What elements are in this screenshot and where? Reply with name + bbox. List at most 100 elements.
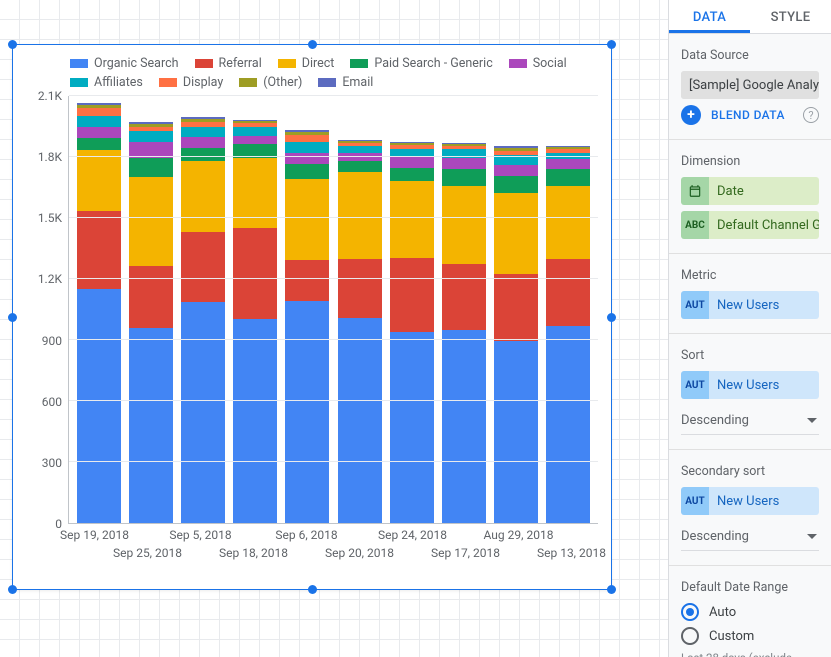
legend-swatch-icon bbox=[350, 59, 368, 68]
chip-sort-field[interactable]: AUT New Users bbox=[681, 371, 819, 399]
plus-circle-icon: + bbox=[681, 105, 701, 125]
bar-segment bbox=[338, 161, 382, 172]
legend-item[interactable]: Referral bbox=[195, 56, 262, 71]
legend-label: Paid Search - Generic bbox=[374, 56, 492, 71]
radio-label: Auto bbox=[709, 605, 736, 620]
report-canvas[interactable]: Organic Search Referral Direct Paid Search … bbox=[0, 0, 668, 657]
blend-data-link[interactable]: + BLEND DATA ? bbox=[681, 105, 819, 125]
gridline bbox=[69, 339, 598, 340]
chart-widget[interactable]: Organic Search Referral Direct Paid Search … bbox=[12, 44, 612, 590]
chevron-down-icon bbox=[807, 418, 817, 423]
bar-segment bbox=[390, 157, 434, 168]
chevron-down-icon bbox=[807, 534, 817, 539]
section-title-metric: Metric bbox=[681, 268, 819, 283]
legend-label: Referral bbox=[219, 56, 262, 71]
bar-segment bbox=[77, 138, 121, 150]
bar-segment bbox=[338, 146, 382, 153]
bar-segment bbox=[338, 259, 382, 318]
section-metric: Metric AUT New Users bbox=[669, 254, 831, 334]
legend-item[interactable]: (Other) bbox=[239, 75, 302, 90]
chart-bars bbox=[69, 96, 598, 523]
bar-segment bbox=[181, 232, 225, 302]
section-dimension: Dimension Date ABC Default Channel G… bbox=[669, 140, 831, 254]
gridline bbox=[69, 217, 598, 218]
gridline bbox=[69, 461, 598, 462]
tab-style[interactable]: STYLE bbox=[750, 0, 831, 33]
bar-segment bbox=[442, 186, 486, 264]
chart-legend: Organic Search Referral Direct Paid Search … bbox=[20, 56, 598, 90]
legend-item[interactable]: Direct bbox=[278, 56, 335, 71]
bar-segment bbox=[338, 153, 382, 161]
sort-direction-dropdown[interactable]: Descending bbox=[681, 409, 819, 435]
chip-metric-new-users[interactable]: AUT New Users bbox=[681, 291, 819, 319]
x-tick-label: Aug 29, 2018 bbox=[484, 528, 554, 542]
radio-auto[interactable]: Auto bbox=[681, 603, 819, 621]
x-tick-label: Sep 20, 2018 bbox=[325, 546, 394, 560]
bar-segment bbox=[77, 108, 121, 116]
bar-segment bbox=[129, 328, 173, 523]
chip-data-source[interactable]: [Sample] Google Analyti… bbox=[681, 71, 819, 99]
chip-label: [Sample] Google Analyti… bbox=[681, 71, 819, 99]
bar-segment bbox=[494, 176, 538, 193]
legend-label: (Other) bbox=[263, 75, 302, 90]
chart-x-axis: Sep 19, 2018Sep 25, 2018Sep 5, 2018Sep 1… bbox=[68, 524, 598, 570]
bar[interactable] bbox=[181, 117, 225, 523]
abc-icon: ABC bbox=[681, 211, 709, 239]
legend-label: Social bbox=[533, 56, 567, 71]
tab-data[interactable]: DATA bbox=[669, 0, 750, 33]
chip-dimension-date[interactable]: Date bbox=[681, 177, 819, 205]
bar[interactable] bbox=[442, 143, 486, 523]
aut-icon: AUT bbox=[681, 371, 709, 399]
radio-custom[interactable]: Custom bbox=[681, 627, 819, 645]
gridline bbox=[69, 95, 598, 96]
calendar-icon bbox=[681, 177, 709, 205]
bar[interactable] bbox=[129, 122, 173, 523]
section-title-secondary-sort: Secondary sort bbox=[681, 464, 819, 479]
secondary-sort-direction-dropdown[interactable]: Descending bbox=[681, 525, 819, 551]
legend-item[interactable]: Paid Search - Generic bbox=[350, 56, 492, 71]
legend-swatch-icon bbox=[70, 59, 88, 68]
section-title-sort: Sort bbox=[681, 348, 819, 363]
aut-icon: AUT bbox=[681, 487, 709, 515]
bar[interactable] bbox=[233, 120, 277, 523]
bar-segment bbox=[233, 127, 277, 136]
bar-segment bbox=[181, 161, 225, 231]
bar-segment bbox=[494, 341, 538, 523]
legend-item[interactable]: Email bbox=[318, 75, 373, 90]
bar[interactable] bbox=[285, 130, 329, 523]
legend-item[interactable]: Social bbox=[509, 56, 567, 71]
legend-item[interactable]: Organic Search bbox=[70, 56, 179, 71]
bar-segment bbox=[233, 319, 277, 523]
bar-segment bbox=[77, 127, 121, 138]
legend-swatch-icon bbox=[70, 78, 88, 87]
chip-secondary-sort-field[interactable]: AUT New Users bbox=[681, 487, 819, 515]
properties-panel: DATA STYLE Data Source [Sample] Google A… bbox=[668, 0, 831, 657]
bar-segment bbox=[442, 158, 486, 169]
bar-segment bbox=[233, 228, 277, 320]
section-title-date-range: Default Date Range bbox=[681, 580, 819, 595]
legend-item[interactable]: Affiliates bbox=[70, 75, 143, 90]
bar-segment bbox=[285, 142, 329, 153]
bar-segment bbox=[338, 172, 382, 259]
bar-segment bbox=[285, 260, 329, 301]
x-tick-label: Sep 25, 2018 bbox=[113, 546, 182, 560]
legend-item[interactable]: Display bbox=[159, 75, 223, 90]
y-tick-label: 1.5K bbox=[38, 211, 62, 225]
chip-dimension-channel[interactable]: ABC Default Channel G… bbox=[681, 211, 819, 239]
legend-label: Direct bbox=[302, 56, 335, 71]
y-tick-label: 1.2K bbox=[38, 272, 62, 286]
bar-segment bbox=[181, 148, 225, 161]
chart-plot-area bbox=[68, 96, 598, 524]
bar[interactable] bbox=[390, 142, 434, 523]
bar-segment bbox=[442, 169, 486, 185]
legend-label: Display bbox=[183, 75, 223, 90]
help-icon[interactable]: ? bbox=[803, 107, 819, 123]
legend-label: Affiliates bbox=[94, 75, 143, 90]
sort-direction-label: Descending bbox=[681, 413, 749, 428]
x-tick-label: Sep 24, 2018 bbox=[378, 528, 447, 542]
x-tick-label: Sep 18, 2018 bbox=[219, 546, 288, 560]
bar[interactable] bbox=[338, 140, 382, 523]
bar-segment bbox=[285, 301, 329, 523]
bar[interactable] bbox=[546, 146, 590, 523]
bar[interactable] bbox=[494, 146, 538, 523]
